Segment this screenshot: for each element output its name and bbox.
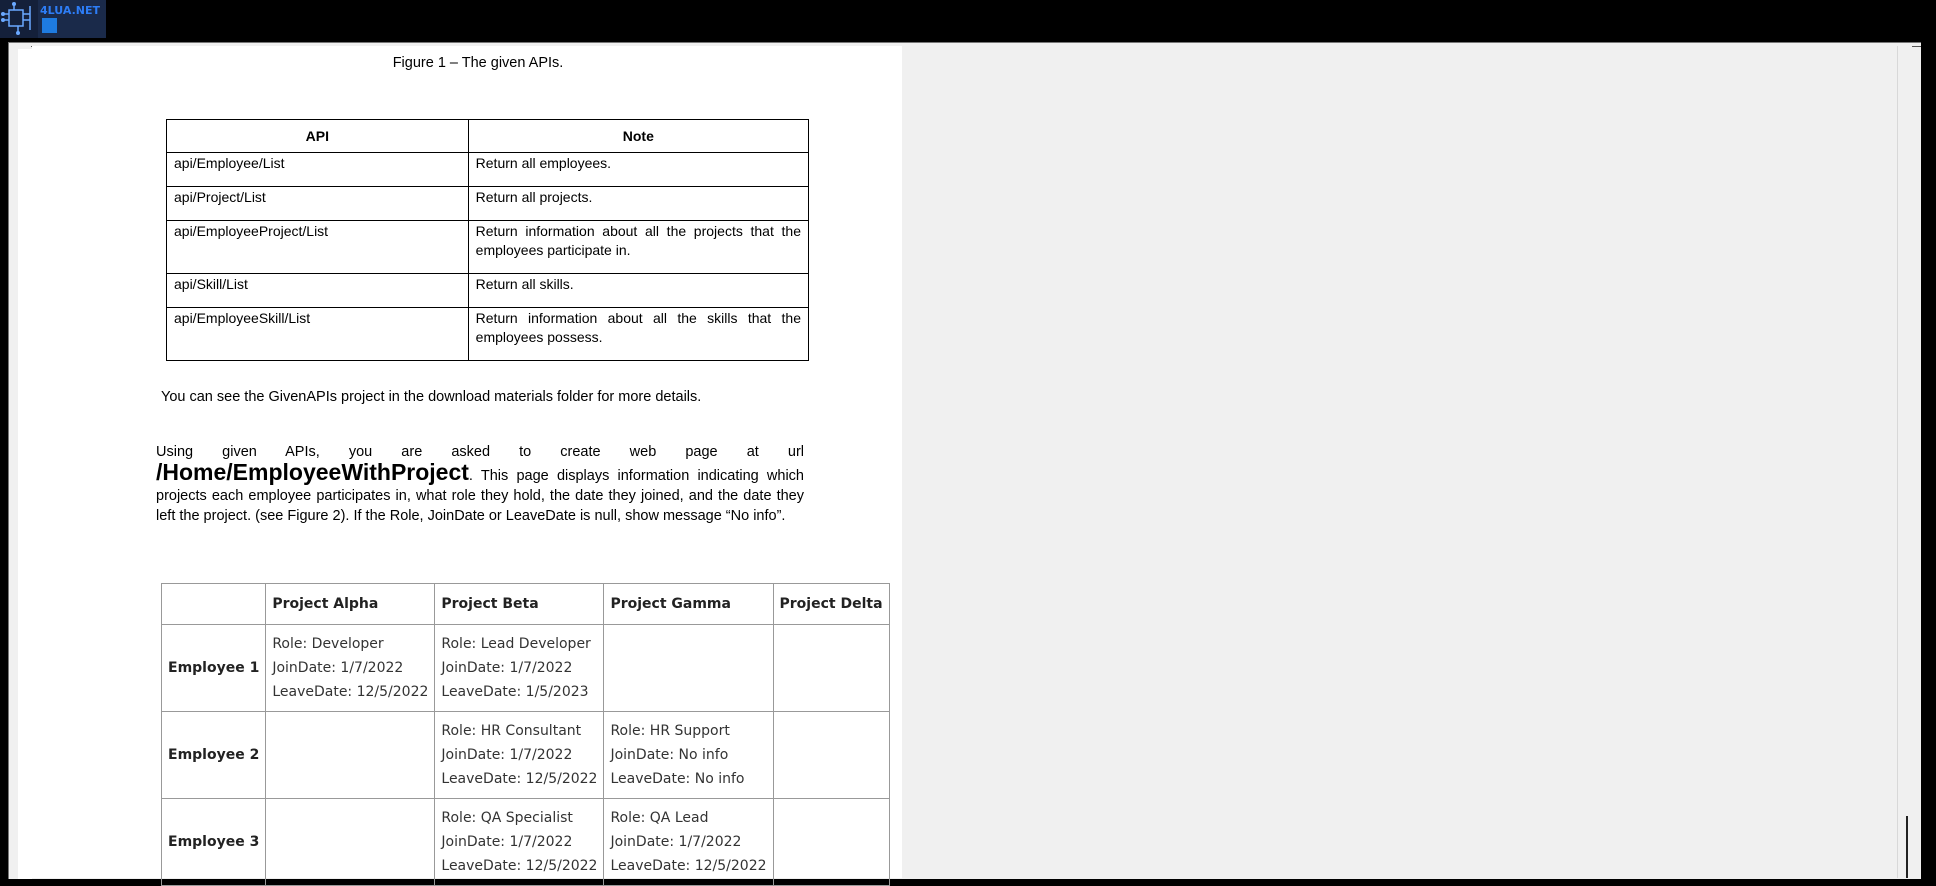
leave-date-text: LeaveDate: 12/5/2022 (441, 771, 598, 787)
leave-date-text: LeaveDate: 12/5/2022 (441, 858, 598, 874)
top-bar: 4LUA.NET (0, 0, 1936, 40)
assignment-cell (772, 711, 890, 799)
role-text: Role: QA Specialist (441, 810, 573, 826)
note-cell: Return all projects. (467, 186, 810, 221)
leave-date-text: LeaveDate: 1/5/2023 (441, 684, 589, 700)
note-cell: Return information about all the skills … (467, 307, 810, 361)
api-cell: api/EmployeeSkill/List (166, 307, 469, 361)
join-date-text: JoinDate: 1/7/2022 (441, 834, 573, 850)
note-cell: Return information about all the project… (467, 220, 810, 274)
employee-name-cell: Employee 2 (160, 711, 267, 799)
download-materials-paragraph: You can see the GivenAPIs project in the… (161, 389, 702, 405)
assignment-cell (772, 624, 890, 712)
table-row: api/EmployeeSkill/List Return informatio… (166, 307, 810, 361)
site-logo[interactable]: 4LUA.NET (0, 0, 106, 38)
assignment-cell (603, 624, 774, 712)
join-date-text: JoinDate: No info (610, 747, 729, 763)
join-date-text: JoinDate: 1/7/2022 (441, 747, 573, 763)
employee-name-cell: Employee 3 (160, 798, 267, 886)
assignment-cell: Role: QA Specialist JoinDate: 1/7/2022 L… (434, 798, 605, 886)
role-text: Role: HR Support (610, 723, 730, 739)
logo-square-icon (42, 18, 57, 33)
project-header: Project Beta (434, 583, 605, 625)
project-header: Project Alpha (265, 583, 436, 625)
api-cell: api/EmployeeProject/List (166, 220, 469, 274)
assignment-cell (265, 798, 436, 886)
table-row: Employee 2 Role: HR Consultant JoinDate:… (160, 711, 890, 799)
role-text: Role: Lead Developer (441, 636, 591, 652)
api-table: API Note api/Employee/List Return all em… (166, 119, 810, 361)
leave-date-text: LeaveDate: 12/5/2022 (272, 684, 429, 700)
assignment-cell: Role: HR Support JoinDate: No info Leave… (603, 711, 774, 799)
table-row: Employee 3 Role: QA Specialist JoinDate:… (160, 798, 890, 886)
assignment-cell: Role: HR Consultant JoinDate: 1/7/2022 L… (434, 711, 605, 799)
api-cell: api/Employee/List (166, 152, 469, 187)
assignment-cell: Role: Lead Developer JoinDate: 1/7/2022 … (434, 624, 605, 712)
assignment-cell: Role: Developer JoinDate: 1/7/2022 Leave… (265, 624, 436, 712)
note-column-header: Note (467, 119, 810, 153)
leave-date-text: LeaveDate: 12/5/2022 (610, 858, 767, 874)
scrollbar-track[interactable] (1897, 46, 1898, 878)
table-row: api/EmployeeProject/List Return informat… (166, 220, 810, 274)
document-page: Figure 1 – The given APIs. API Note api/… (32, 46, 902, 886)
assignment-cell (265, 711, 436, 799)
task-intro-text: Using given APIs, you are asked to creat… (156, 444, 804, 460)
api-cell: api/Skill/List (166, 273, 469, 308)
circuit-logo-icon (0, 0, 38, 38)
api-cell: api/Project/List (166, 186, 469, 221)
role-text: Role: Developer (272, 636, 384, 652)
corner-header (160, 583, 267, 625)
note-cell: Return all employees. (467, 152, 810, 187)
join-date-text: JoinDate: 1/7/2022 (441, 660, 573, 676)
table-row: Employee 1 Role: Developer JoinDate: 1/7… (160, 624, 890, 712)
scrollbar-thumb[interactable] (1906, 816, 1908, 878)
api-column-header: API (166, 119, 469, 153)
target-url: /Home/EmployeeWithProject (156, 459, 469, 485)
project-header: Project Gamma (603, 583, 774, 625)
note-cell: Return all skills. (467, 273, 810, 308)
assignment-cell (772, 798, 890, 886)
table-row: api/Project/List Return all projects. (166, 186, 810, 221)
role-text: Role: QA Lead (610, 810, 709, 826)
employee-project-table: Project Alpha Project Beta Project Gamma… (160, 583, 890, 886)
join-date-text: JoinDate: 1/7/2022 (610, 834, 742, 850)
task-description-paragraph: Using given APIs, you are asked to creat… (156, 442, 804, 526)
employee-table-header: Project Alpha Project Beta Project Gamma… (160, 583, 890, 625)
table-row: api/Employee/List Return all employees. (166, 152, 810, 187)
api-table-header: API Note (166, 119, 810, 153)
figure-caption: Figure 1 – The given APIs. (392, 55, 564, 71)
empty-side-panel (902, 46, 1912, 878)
table-row: api/Skill/List Return all skills. (166, 273, 810, 308)
role-text: Role: HR Consultant (441, 723, 582, 739)
project-header: Project Delta (772, 583, 890, 625)
leave-date-text: LeaveDate: No info (610, 771, 745, 787)
join-date-text: JoinDate: 1/7/2022 (272, 660, 404, 676)
assignment-cell: Role: QA Lead JoinDate: 1/7/2022 LeaveDa… (603, 798, 774, 886)
employee-name-cell: Employee 1 (160, 624, 267, 712)
frame-left-margin (18, 49, 32, 879)
logo-text: 4LUA.NET (40, 4, 100, 17)
